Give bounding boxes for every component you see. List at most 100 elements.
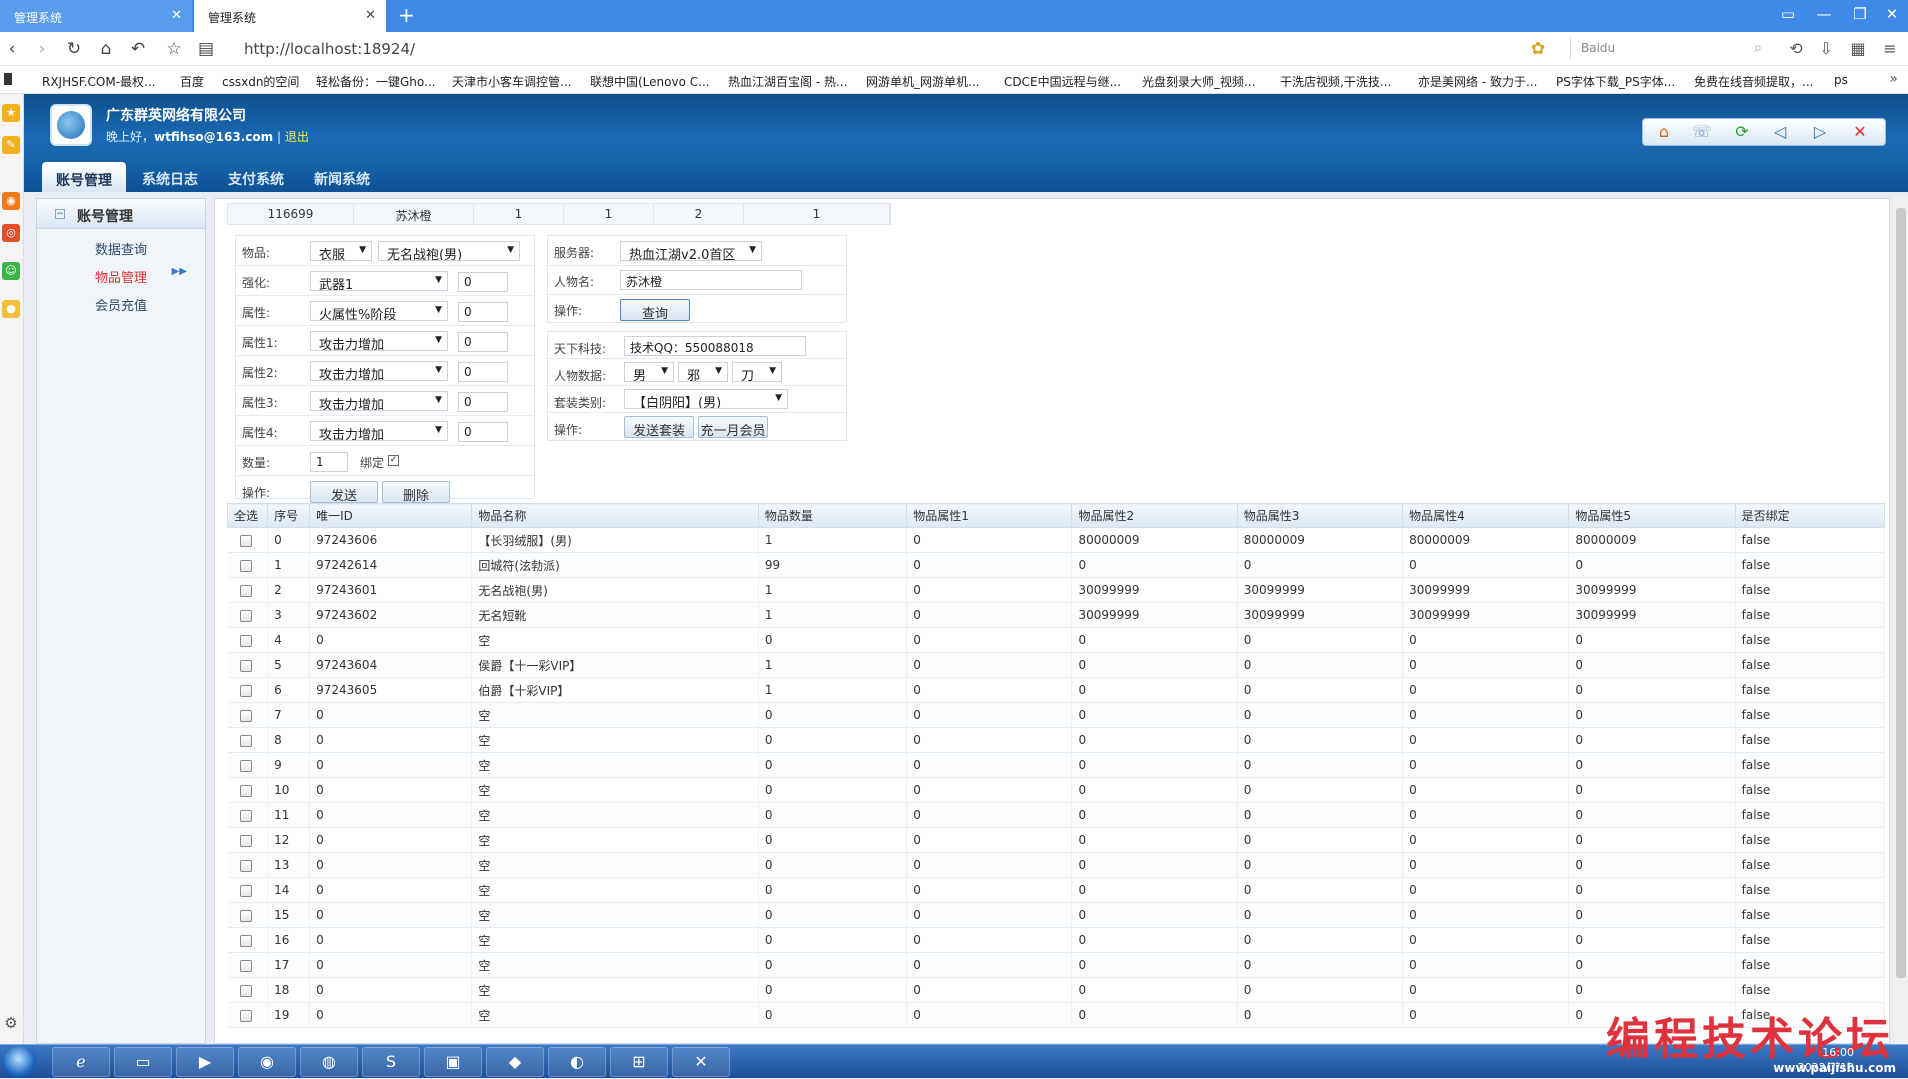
row-checkbox[interactable] — [239, 959, 252, 972]
row-checkbox[interactable] — [239, 534, 252, 547]
bookmark-item[interactable]: RXJHSF.COM-最权... — [42, 73, 155, 90]
download-icon[interactable]: ⇩ — [1814, 39, 1838, 58]
home-icon[interactable]: ⌂ — [94, 39, 118, 59]
tab-list-icon[interactable]: ▭ — [1770, 5, 1806, 23]
attr3-input[interactable]: 0 — [458, 392, 508, 412]
row-checkbox[interactable] — [239, 734, 252, 747]
tool-icon[interactable]: ✕ — [672, 1047, 730, 1077]
row-checkbox[interactable] — [239, 1009, 252, 1022]
chat-icon[interactable]: ☏ — [1689, 122, 1715, 141]
minimize-icon[interactable]: — — [1806, 5, 1842, 23]
bookmark-item[interactable]: 热血江湖百宝阁 - 热... — [728, 73, 847, 90]
query-button[interactable]: 查询 — [620, 299, 690, 322]
forward-icon[interactable]: › — [30, 39, 54, 59]
bookmark-item[interactable]: 联想中国(Lenovo C... — [590, 73, 710, 90]
new-tab-button[interactable]: + — [398, 3, 420, 27]
bookmark-item[interactable]: cssxdn的空间 — [222, 73, 299, 90]
item-type-select[interactable]: 衣服 ▼ — [310, 241, 372, 261]
table-row[interactable]: 15 0 空 0 0 0 0 0 0 false — [227, 902, 1886, 928]
restore-icon[interactable]: ❐ — [1842, 5, 1878, 23]
bookmark-item[interactable]: 百度 — [180, 73, 204, 90]
row-checkbox[interactable] — [239, 759, 252, 772]
home-icon[interactable]: ⌂ — [1651, 122, 1677, 141]
bookmark-toggle-icon[interactable] — [4, 73, 12, 85]
enhance-select[interactable]: 武器1 ▼ — [310, 271, 448, 291]
bookmark-item[interactable]: 天津市小客车调控管... — [452, 73, 571, 90]
page-scrollbar[interactable] — [1894, 198, 1908, 1044]
tab-system-log[interactable]: 系统日志 — [128, 158, 212, 192]
row-checkbox[interactable] — [239, 634, 252, 647]
search-icon[interactable]: ⌕ — [1754, 40, 1762, 56]
scroll-thumb[interactable] — [1896, 208, 1906, 978]
bookmark-item[interactable]: ps — [1834, 73, 1848, 87]
logout-link[interactable]: 退出 — [285, 130, 309, 144]
reader-icon[interactable]: ▤ — [194, 39, 218, 59]
row-checkbox[interactable] — [239, 934, 252, 947]
table-row[interactable]: 13 0 空 0 0 0 0 0 0 false — [227, 852, 1886, 878]
table-row[interactable]: 7 0 空 0 0 0 0 0 0 false — [227, 702, 1886, 728]
send-suit-button[interactable]: 发送套装 — [624, 416, 694, 439]
undo-icon[interactable]: ↶ — [126, 39, 150, 59]
qty-input[interactable]: 1 — [310, 452, 348, 472]
star-icon[interactable]: ☆ — [162, 39, 186, 59]
item-name-select[interactable]: 无名战袍(男) ▼ — [378, 241, 520, 261]
window-icon[interactable]: ▣ — [424, 1047, 482, 1077]
close-icon[interactable]: ✕ — [171, 8, 182, 23]
enhance-input[interactable]: 0 — [458, 272, 508, 292]
table-row[interactable]: 6 97243605 伯爵【十彩VIP】 1 0 0 0 0 0 false — [227, 677, 1886, 703]
row-checkbox[interactable] — [239, 809, 252, 822]
bookmark-item[interactable]: 轻松备份：一键Gho... — [316, 73, 435, 90]
ie-icon[interactable]: ℯ — [52, 1047, 110, 1077]
row-checkbox[interactable] — [239, 859, 252, 872]
refresh-icon[interactable]: ⟳ — [1729, 122, 1755, 141]
more-bookmarks-icon[interactable]: » — [1889, 71, 1898, 87]
menu-icon[interactable]: ≡ — [1878, 39, 1902, 58]
table-row[interactable]: 17 0 空 0 0 0 0 0 0 false — [227, 952, 1886, 978]
row-checkbox[interactable] — [239, 909, 252, 922]
weibo-icon[interactable]: ◎ — [2, 224, 20, 242]
chat-icon[interactable]: ☺ — [2, 262, 20, 280]
sidebar-item-data-query[interactable]: 数据查询 — [37, 233, 205, 259]
shield-icon[interactable]: S — [362, 1047, 420, 1077]
vip-month-button[interactable]: 充一月会员 — [698, 416, 768, 439]
table-row[interactable]: 8 0 空 0 0 0 0 0 0 false — [227, 727, 1886, 753]
search-input[interactable]: Baidu ⌕ — [1570, 38, 1768, 60]
table-row[interactable]: 4 0 空 0 0 0 0 0 0 false — [227, 627, 1886, 653]
attr3-select[interactable]: 攻击力增加 ▼ — [310, 391, 448, 411]
table-row[interactable]: 3 97243602 无名短靴 1 0 30099999 30099999 30099999 3… — [227, 602, 1886, 628]
gender-select[interactable]: 男 ▼ — [624, 362, 674, 382]
row-checkbox[interactable] — [239, 684, 252, 697]
bind-checkbox[interactable]: ✓ — [388, 455, 399, 466]
table-row[interactable]: 1 97242614 回城符(泫勃派) 99 0 0 0 0 0 false — [227, 552, 1886, 578]
attr4-select[interactable]: 攻击力增加 ▼ — [310, 421, 448, 441]
faction-select[interactable]: 邪 ▼ — [678, 362, 728, 382]
tab-payment[interactable]: 支付系统 — [214, 158, 298, 192]
row-checkbox[interactable] — [239, 884, 252, 897]
row-checkbox[interactable] — [239, 709, 252, 722]
row-checkbox[interactable] — [239, 559, 252, 572]
sidebar-header[interactable]: − 账号管理 — [37, 199, 205, 229]
office-icon[interactable]: ◆ — [486, 1047, 544, 1077]
notes-icon[interactable]: ✎ — [2, 136, 20, 154]
start-button[interactable] — [4, 1046, 36, 1078]
qq-icon[interactable]: ● — [2, 300, 20, 318]
attr-input[interactable]: 0 — [458, 302, 508, 322]
close-icon[interactable]: ✕ — [1847, 122, 1873, 141]
server-select[interactable]: 热血江湖v2.0首区 ▼ — [620, 241, 762, 261]
close-icon[interactable]: ✕ — [365, 8, 376, 23]
suit-select[interactable]: 【白阴阳】(男) ▼ — [624, 389, 788, 409]
tab-news[interactable]: 新闻系统 — [300, 158, 384, 192]
row-checkbox[interactable] — [239, 609, 252, 622]
bookmark-item[interactable]: 光盘刻录大师_视频... — [1142, 73, 1255, 90]
refresh-icon[interactable]: ↻ — [62, 39, 86, 59]
settings-icon[interactable]: ⚙ — [2, 1014, 20, 1032]
url-input[interactable]: http://localhost:18924/ — [244, 40, 415, 58]
browser-icon[interactable]: ◐ — [548, 1047, 606, 1077]
browser-tab[interactable]: 管理系统 ✕ — [0, 0, 192, 32]
tech-input[interactable]: 技术QQ：550088018 — [624, 336, 806, 356]
media-player-icon[interactable]: ▶ — [176, 1047, 234, 1077]
extensions-icon[interactable]: ▦ — [1846, 39, 1870, 58]
table-row[interactable]: 2 97243601 无名战袍(男) 1 0 30099999 30099999 300999… — [227, 577, 1886, 603]
remote-icon[interactable]: ⊞ — [610, 1047, 668, 1077]
table-row[interactable]: 18 0 空 0 0 0 0 0 0 false — [227, 977, 1886, 1003]
